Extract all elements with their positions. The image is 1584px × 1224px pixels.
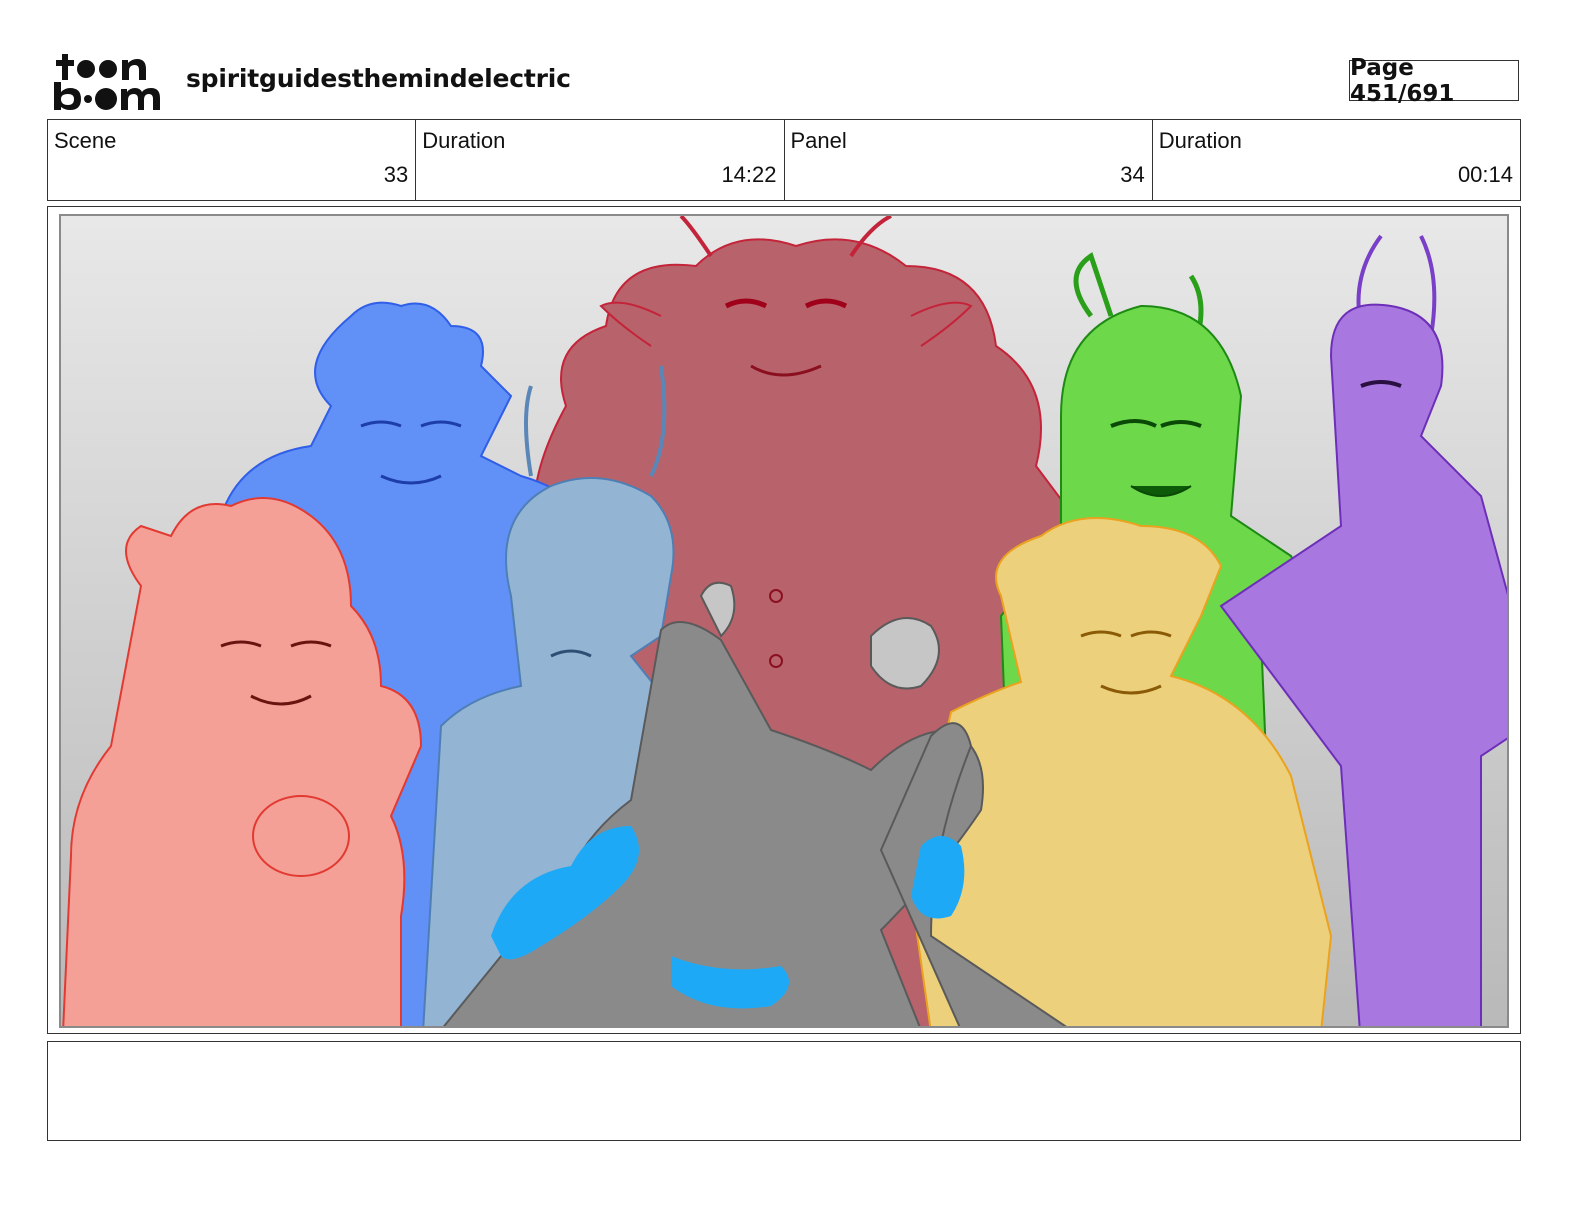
- panel-illustration: [62, 216, 1507, 1026]
- toon-boom-logo: [52, 52, 164, 112]
- panel-notes-box[interactable]: [47, 1041, 1521, 1141]
- panel-duration-value: 00:14: [1457, 162, 1513, 187]
- scene-duration-value: 14:22: [721, 162, 777, 187]
- panel-value: 34: [1120, 162, 1145, 187]
- scene-duration-label: Duration: [422, 128, 506, 153]
- panel-label: Panel: [790, 128, 847, 153]
- panel-cell: Panel 34: [785, 120, 1153, 200]
- panel-duration-cell: Duration 00:14: [1153, 120, 1520, 200]
- scene-duration-cell: Duration 14:22: [416, 120, 785, 200]
- storyboard-panel-image: [59, 214, 1509, 1028]
- scene-value: 33: [383, 162, 409, 187]
- panel-duration-label: Duration: [1158, 128, 1242, 153]
- scene-label: Scene: [54, 128, 117, 153]
- page-indicator: Page 451/691: [1349, 55, 1519, 107]
- scene-cell: Scene 33: [48, 120, 417, 200]
- panel-info-table: Scene 33 Duration 14:22 Panel 34 Duratio…: [47, 119, 1521, 201]
- project-title: spiritguidesthemindelectric: [186, 64, 571, 93]
